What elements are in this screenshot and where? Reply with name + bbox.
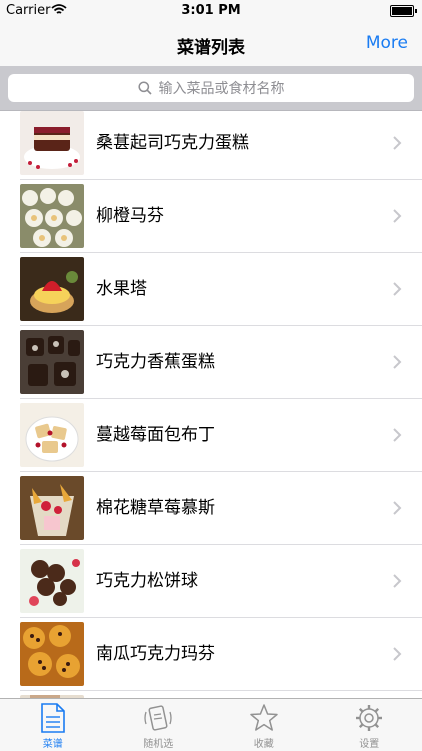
tab-label: 菜谱	[0, 735, 106, 750]
search-icon	[138, 81, 152, 95]
tab-settings[interactable]: 设置	[317, 699, 422, 751]
page-title: 菜谱列表	[0, 33, 422, 58]
list-item[interactable]: 棉花糖草莓慕斯	[0, 472, 422, 545]
list-item[interactable]	[0, 691, 422, 698]
tab-label: 随机选	[106, 735, 212, 750]
muffin-icon	[20, 622, 84, 686]
chevron-right-icon	[392, 573, 402, 589]
shake-icon	[143, 703, 173, 733]
status-bar: Carrier 3:01 PM	[0, 0, 422, 22]
tab-random[interactable]: 随机选	[106, 699, 212, 751]
list-item-label: 南瓜巧克力玛芬	[96, 618, 215, 691]
list-item[interactable]: 蔓越莓面包布丁	[0, 399, 422, 472]
cake-icon	[20, 330, 84, 394]
search-placeholder: 输入菜品或食材名称	[159, 78, 285, 98]
gear-icon	[354, 703, 384, 733]
list-item-label: 柳橙马芬	[96, 180, 164, 253]
list-item[interactable]: 水果塔	[0, 253, 422, 326]
chevron-right-icon	[392, 281, 402, 297]
chevron-right-icon	[392, 646, 402, 662]
mousse-icon	[20, 476, 84, 540]
recipe-list: 桑葚起司巧克力蛋糕 柳橙马芬	[0, 111, 422, 698]
tab-label: 收藏	[211, 735, 317, 750]
status-time: 3:01 PM	[0, 3, 422, 18]
list-item[interactable]: 南瓜巧克力玛芬	[0, 618, 422, 691]
tab-label: 设置	[317, 735, 422, 750]
list-item[interactable]: 柳橙马芬	[0, 180, 422, 253]
list-item[interactable]: 巧克力松饼球	[0, 545, 422, 618]
list-item-label: 巧克力香蕉蛋糕	[96, 326, 215, 399]
list-item-label: 水果塔	[96, 253, 147, 326]
list-item-label: 桑葚起司巧克力蛋糕	[96, 111, 249, 180]
muffin-icon	[20, 184, 84, 248]
document-icon	[40, 703, 66, 733]
chevron-right-icon	[392, 135, 402, 151]
list-item-label: 蔓越莓面包布丁	[96, 399, 215, 472]
chevron-right-icon	[392, 354, 402, 370]
chevron-right-icon	[392, 427, 402, 443]
tab-recipes[interactable]: 菜谱	[0, 699, 106, 751]
cake-icon	[20, 111, 84, 175]
star-icon	[249, 703, 279, 733]
list-item-label: 巧克力松饼球	[96, 545, 198, 618]
navigation-bar: 菜谱列表 More	[0, 22, 422, 66]
tab-bar: 菜谱 随机选 收藏 设置	[0, 698, 422, 751]
chevron-right-icon	[392, 208, 402, 224]
list-item[interactable]: 桑葚起司巧克力蛋糕	[0, 111, 422, 180]
search-input[interactable]: 输入菜品或食材名称	[8, 74, 414, 102]
battery-icon	[390, 5, 414, 17]
tab-favorites[interactable]: 收藏	[211, 699, 317, 751]
list-item[interactable]: 巧克力香蕉蛋糕	[0, 326, 422, 399]
list-item-label: 棉花糖草莓慕斯	[96, 472, 215, 545]
tart-icon	[20, 257, 84, 321]
more-button[interactable]: More	[366, 33, 408, 53]
search-bar: 输入菜品或食材名称	[0, 66, 422, 111]
ball-icon	[20, 549, 84, 613]
chevron-right-icon	[392, 500, 402, 516]
pudding-icon	[20, 403, 84, 467]
